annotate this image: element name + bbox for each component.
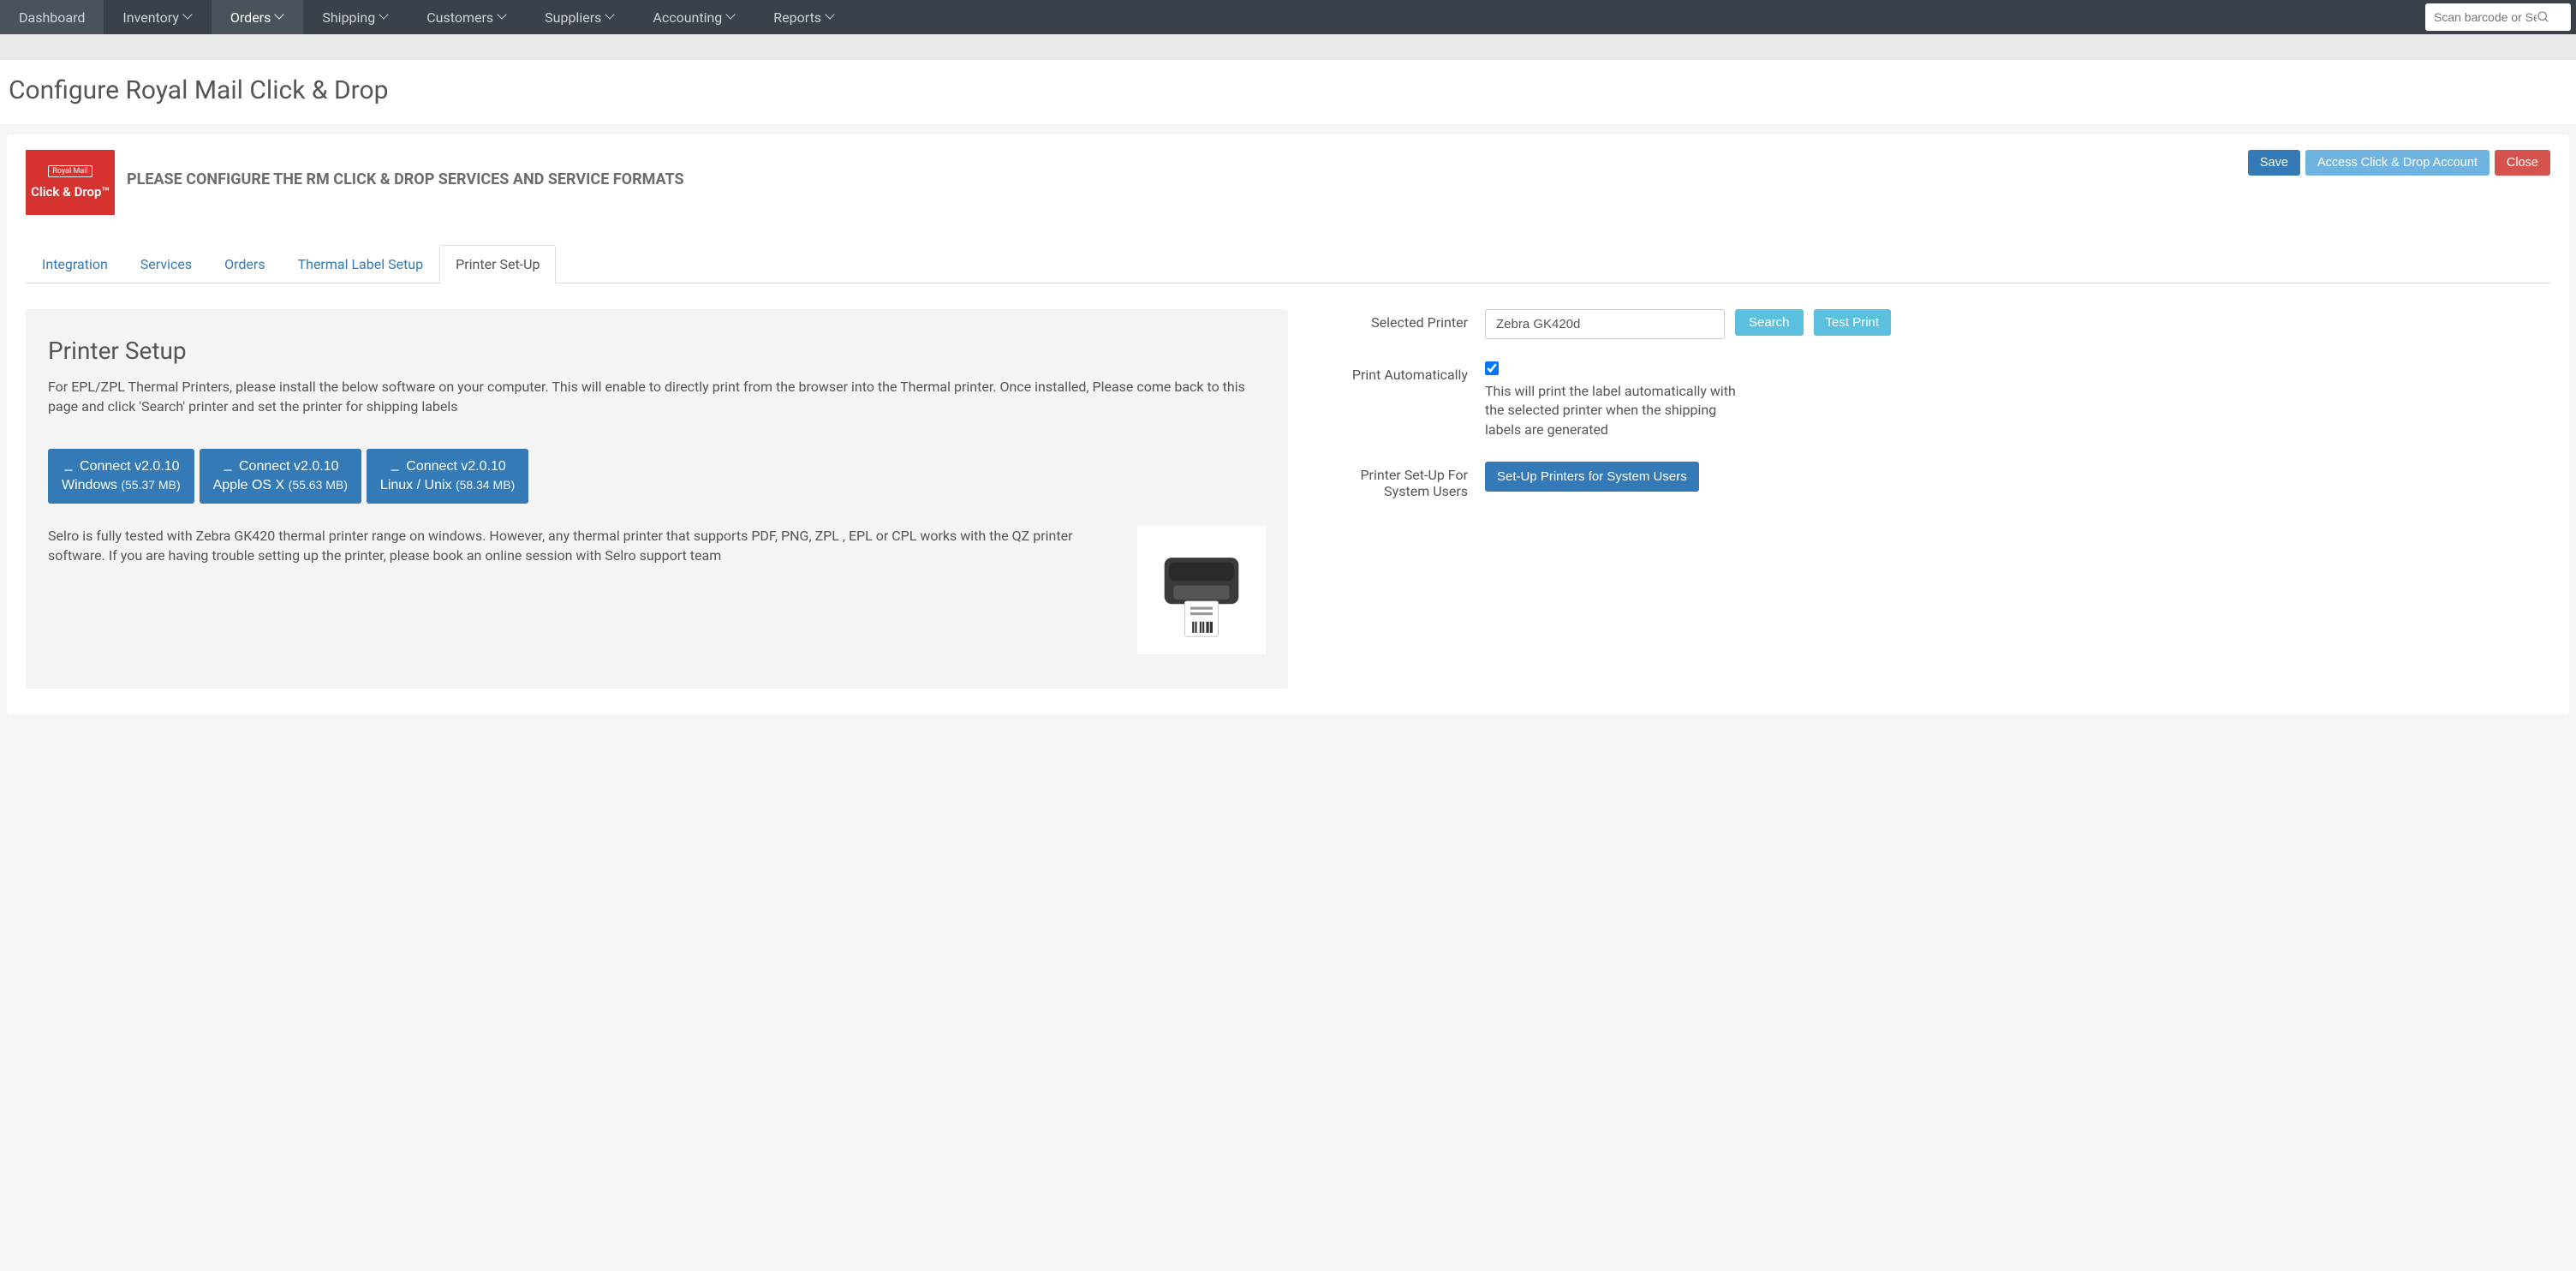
test-print-button[interactable]: Test Print — [1814, 309, 1892, 336]
top-nav: Dashboard Inventory Orders Shipping Cust… — [0, 0, 2576, 34]
print-auto-helper: This will print the label automatically … — [1485, 382, 1742, 439]
chevron-down-icon — [606, 13, 615, 21]
setup-title: Printer Setup — [48, 337, 1266, 365]
sub-nav-band — [0, 34, 2576, 60]
chevron-down-icon — [184, 13, 193, 21]
config-heading: PLEASE CONFIGURE THE RM CLICK & DROP SER… — [127, 170, 684, 188]
chevron-down-icon — [727, 13, 736, 21]
logo-top-text: Royal Mail — [48, 165, 92, 177]
nav-shipping[interactable]: Shipping — [303, 0, 408, 34]
access-account-button[interactable]: Access Click & Drop Account — [2305, 150, 2490, 176]
tab-thermal-label[interactable]: Thermal Label Setup — [282, 245, 440, 283]
selected-printer-label: Selected Printer — [1322, 309, 1468, 331]
download-icon — [389, 461, 401, 473]
nav-accounting[interactable]: Accounting — [634, 0, 754, 34]
chevron-down-icon — [498, 13, 507, 21]
printer-setup-box: Printer Setup For EPL/ZPL Thermal Printe… — [26, 309, 1288, 689]
setup-system-users-button[interactable]: Set-Up Printers for System Users — [1485, 462, 1699, 492]
tabs: Integration Services Orders Thermal Labe… — [26, 244, 2550, 283]
nav-inventory[interactable]: Inventory — [104, 0, 212, 34]
print-auto-checkbox[interactable] — [1485, 361, 1499, 375]
selected-printer-input[interactable] — [1485, 309, 1725, 339]
print-auto-label: Print Automatically — [1322, 361, 1468, 383]
config-panel: Royal Mail Click & Drop™ PLEASE CONFIGUR… — [7, 134, 2569, 714]
nav-orders[interactable]: Orders — [212, 0, 303, 34]
close-button[interactable]: Close — [2495, 150, 2550, 176]
chevron-down-icon — [276, 13, 284, 21]
search-printer-button[interactable]: Search — [1735, 309, 1804, 336]
tab-integration[interactable]: Integration — [26, 245, 124, 283]
page-title: Configure Royal Mail Click & Drop — [9, 75, 2567, 105]
search-icon — [2537, 10, 2550, 24]
tab-content: Printer Setup For EPL/ZPL Thermal Printe… — [26, 309, 2550, 689]
system-users-label: Printer Set-Up ForSystem Users — [1322, 462, 1468, 499]
tab-services[interactable]: Services — [124, 245, 208, 283]
nav-customers[interactable]: Customers — [408, 0, 526, 34]
logo-bottom-text: Click & Drop™ — [31, 184, 110, 200]
click-drop-logo: Royal Mail Click & Drop™ — [26, 150, 115, 215]
download-linux-button[interactable]: Connect v2.0.10 Linux / Unix (58.34 MB) — [367, 449, 528, 503]
printer-image — [1137, 526, 1266, 654]
search-input[interactable] — [2434, 10, 2537, 24]
download-icon — [222, 461, 234, 473]
nav-dashboard[interactable]: Dashboard — [0, 0, 104, 34]
panel-header: Royal Mail Click & Drop™ PLEASE CONFIGUR… — [26, 150, 2550, 215]
tab-orders[interactable]: Orders — [208, 245, 281, 283]
tab-printer-setup[interactable]: Printer Set-Up — [439, 245, 556, 283]
download-windows-button[interactable]: Connect v2.0.10 Windows (55.37 MB) — [48, 449, 194, 503]
download-osx-button[interactable]: Connect v2.0.10 Apple OS X (55.63 MB) — [200, 449, 361, 503]
nav-suppliers[interactable]: Suppliers — [526, 0, 634, 34]
download-icon — [63, 461, 75, 473]
setup-info-text: Selro is fully tested with Zebra GK420 t… — [48, 526, 1117, 654]
setup-description: For EPL/ZPL Thermal Printers, please ins… — [48, 377, 1266, 416]
save-button[interactable]: Save — [2248, 150, 2300, 176]
chevron-down-icon — [380, 13, 389, 21]
printer-icon — [1146, 534, 1257, 646]
page-title-area: Configure Royal Mail Click & Drop — [0, 60, 2576, 124]
search-box[interactable] — [2425, 3, 2571, 31]
nav-reports[interactable]: Reports — [754, 0, 854, 34]
chevron-down-icon — [826, 13, 835, 21]
